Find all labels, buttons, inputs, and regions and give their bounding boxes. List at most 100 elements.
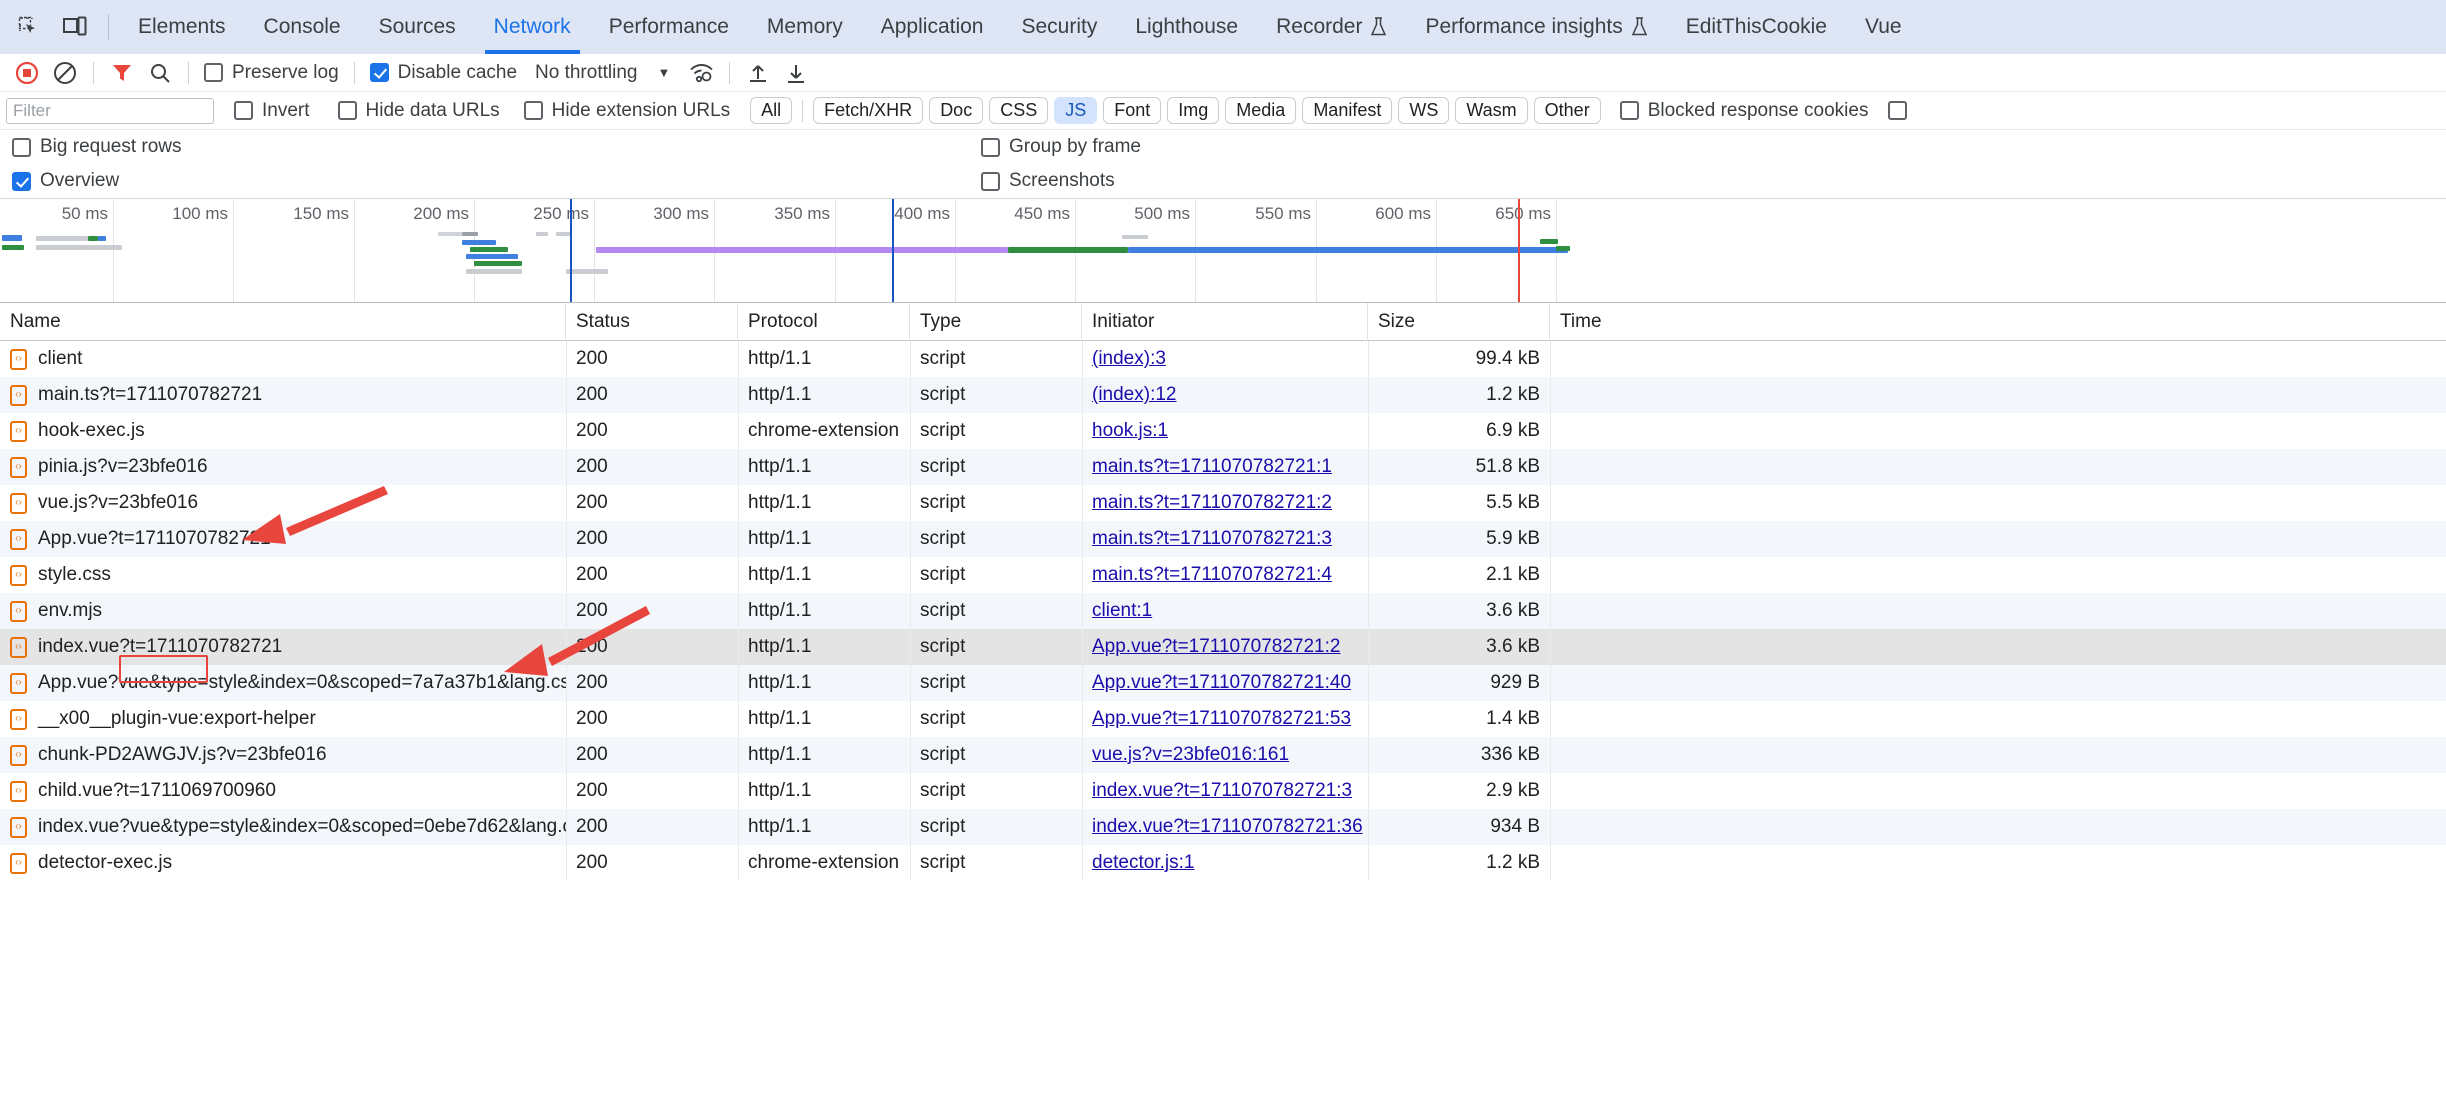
tab-performance-insights[interactable]: Performance insights <box>1406 0 1666 54</box>
filter-pill-js[interactable]: JS <box>1054 97 1097 124</box>
filter-pill-wasm[interactable]: Wasm <box>1455 97 1527 124</box>
big-request-rows-checkbox[interactable]: Big request rows <box>12 136 182 158</box>
filter-pill-media[interactable]: Media <box>1225 97 1296 124</box>
table-row[interactable]: ‹›vue.js?v=23bfe016200http/1.1scriptmain… <box>0 485 2446 521</box>
tab-security[interactable]: Security <box>1002 0 1116 54</box>
cell-initiator[interactable]: detector.js:1 <box>1082 845 1368 881</box>
cell-initiator[interactable]: main.ts?t=1711070782721:4 <box>1082 557 1368 593</box>
cell-name[interactable]: ‹›pinia.js?v=23bfe016 <box>0 449 566 485</box>
initiator-link[interactable]: main.ts?t=1711070782721:2 <box>1092 492 1332 514</box>
initiator-link[interactable]: main.ts?t=1711070782721:3 <box>1092 528 1332 550</box>
table-row[interactable]: ‹›style.css200http/1.1scriptmain.ts?t=17… <box>0 557 2446 593</box>
tab-recorder[interactable]: Recorder <box>1257 0 1406 54</box>
cell-name[interactable]: ‹›vue.js?v=23bfe016 <box>0 485 566 521</box>
initiator-link[interactable]: App.vue?t=1711070782721:53 <box>1092 708 1351 730</box>
initiator-link[interactable]: main.ts?t=1711070782721:4 <box>1092 564 1332 586</box>
cell-initiator[interactable]: App.vue?t=1711070782721:40 <box>1082 665 1368 701</box>
inspect-element-icon[interactable] <box>6 4 52 50</box>
column-header-size[interactable]: Size <box>1368 303 1550 341</box>
checkbox-box[interactable] <box>981 138 1000 157</box>
filter-pill-img[interactable]: Img <box>1167 97 1219 124</box>
table-row[interactable]: ‹›client200http/1.1script(index):399.4 k… <box>0 341 2446 377</box>
column-header-type[interactable]: Type <box>910 303 1082 341</box>
tab-network[interactable]: Network <box>475 0 590 54</box>
checkbox-box[interactable] <box>338 101 357 120</box>
checkbox-box[interactable] <box>12 172 31 191</box>
checkbox-box[interactable] <box>1620 101 1639 120</box>
tab-console[interactable]: Console <box>245 0 360 54</box>
cell-name[interactable]: ‹›App.vue?vue&type=style&index=0&scoped=… <box>0 665 566 701</box>
checkbox-box[interactable] <box>234 101 253 120</box>
tab-sources[interactable]: Sources <box>360 0 475 54</box>
filter-pill-manifest[interactable]: Manifest <box>1302 97 1392 124</box>
cell-initiator[interactable]: App.vue?t=1711070782721:2 <box>1082 629 1368 665</box>
initiator-link[interactable]: vue.js?v=23bfe016:161 <box>1092 744 1289 766</box>
cell-initiator[interactable]: main.ts?t=1711070782721:3 <box>1082 521 1368 557</box>
cell-name[interactable]: ‹›client <box>0 341 566 377</box>
cell-initiator[interactable]: index.vue?t=1711070782721:36 <box>1082 809 1368 845</box>
tab-elements[interactable]: Elements <box>119 0 245 54</box>
table-row[interactable]: ‹›__x00__plugin-vue:export-helper200http… <box>0 701 2446 737</box>
invert-checkbox[interactable]: Invert <box>234 100 310 122</box>
blocked-requests-checkbox[interactable] <box>1888 101 1907 120</box>
table-row[interactable]: ‹›index.vue?t=1711070782721200http/1.1sc… <box>0 629 2446 665</box>
cell-initiator[interactable]: vue.js?v=23bfe016:161 <box>1082 737 1368 773</box>
cell-name[interactable]: ‹›env.mjs <box>0 593 566 629</box>
overview-checkbox[interactable]: Overview <box>12 170 119 192</box>
table-row[interactable]: ‹›env.mjs200http/1.1scriptclient:13.6 kB <box>0 593 2446 629</box>
cell-name[interactable]: ‹›__x00__plugin-vue:export-helper <box>0 701 566 737</box>
network-conditions-icon[interactable] <box>684 58 718 88</box>
tab-editthiscookie[interactable]: EditThisCookie <box>1667 0 1846 54</box>
column-header-name[interactable]: Name <box>0 303 566 341</box>
export-har-icon[interactable] <box>779 58 813 88</box>
cell-initiator[interactable]: hook.js:1 <box>1082 413 1368 449</box>
initiator-link[interactable]: detector.js:1 <box>1092 852 1194 874</box>
checkbox-box[interactable] <box>981 172 1000 191</box>
search-icon[interactable] <box>143 58 177 88</box>
device-toolbar-icon[interactable] <box>52 4 98 50</box>
initiator-link[interactable]: App.vue?t=1711070782721:2 <box>1092 636 1340 658</box>
initiator-link[interactable]: index.vue?t=1711070782721:36 <box>1092 816 1363 838</box>
filter-toggle-button[interactable] <box>105 58 139 88</box>
filter-pill-css[interactable]: CSS <box>989 97 1048 124</box>
blocked-response-cookies-checkbox[interactable]: Blocked response cookies <box>1620 100 1869 122</box>
filter-pill-doc[interactable]: Doc <box>929 97 983 124</box>
table-row[interactable]: ‹›hook-exec.js200chrome-extensionscripth… <box>0 413 2446 449</box>
checkbox-box[interactable] <box>204 63 223 82</box>
filter-pill-ws[interactable]: WS <box>1398 97 1449 124</box>
table-row[interactable]: ‹›App.vue?t=1711070782721200http/1.1scri… <box>0 521 2446 557</box>
disable-cache-checkbox[interactable]: Disable cache <box>370 62 517 84</box>
cell-initiator[interactable]: (index):12 <box>1082 377 1368 413</box>
column-header-initiator[interactable]: Initiator <box>1082 303 1368 341</box>
cell-name[interactable]: ‹›child.vue?t=1711069700960 <box>0 773 566 809</box>
group-by-frame-checkbox[interactable]: Group by frame <box>981 136 1141 158</box>
column-header-time[interactable]: Time <box>1550 303 1690 341</box>
throttling-select[interactable]: No throttling ▼ <box>535 62 670 84</box>
initiator-link[interactable]: hook.js:1 <box>1092 420 1168 442</box>
table-row[interactable]: ‹›main.ts?t=1711070782721200http/1.1scri… <box>0 377 2446 413</box>
initiator-link[interactable]: index.vue?t=1711070782721:3 <box>1092 780 1352 802</box>
cell-initiator[interactable]: (index):3 <box>1082 341 1368 377</box>
cell-name[interactable]: ‹›index.vue?vue&type=style&index=0&scope… <box>0 809 566 845</box>
initiator-link[interactable]: App.vue?t=1711070782721:40 <box>1092 672 1351 694</box>
table-row[interactable]: ‹›detector-exec.js200chrome-extensionscr… <box>0 845 2446 881</box>
initiator-link[interactable]: client:1 <box>1092 600 1152 622</box>
import-har-icon[interactable] <box>741 58 775 88</box>
cell-name[interactable]: ‹›chunk-PD2AWGJV.js?v=23bfe016 <box>0 737 566 773</box>
cell-initiator[interactable]: main.ts?t=1711070782721:1 <box>1082 449 1368 485</box>
checkbox-box[interactable] <box>12 138 31 157</box>
cell-initiator[interactable]: main.ts?t=1711070782721:2 <box>1082 485 1368 521</box>
tab-memory[interactable]: Memory <box>748 0 862 54</box>
tab-lighthouse[interactable]: Lighthouse <box>1116 0 1257 54</box>
clear-button[interactable] <box>48 58 82 88</box>
filter-pill-other[interactable]: Other <box>1534 97 1601 124</box>
initiator-link[interactable]: main.ts?t=1711070782721:1 <box>1092 456 1332 478</box>
initiator-link[interactable]: (index):12 <box>1092 384 1177 406</box>
cell-initiator[interactable]: client:1 <box>1082 593 1368 629</box>
table-row[interactable]: ‹›child.vue?t=1711069700960200http/1.1sc… <box>0 773 2446 809</box>
checkbox-box[interactable] <box>370 63 389 82</box>
network-overview-timeline[interactable]: 50 ms 100 ms 150 ms 200 ms 250 ms 300 ms… <box>0 198 2446 303</box>
table-row[interactable]: ‹›pinia.js?v=23bfe016200http/1.1scriptma… <box>0 449 2446 485</box>
filter-pill-all[interactable]: All <box>750 97 792 124</box>
filter-pill-font[interactable]: Font <box>1103 97 1161 124</box>
